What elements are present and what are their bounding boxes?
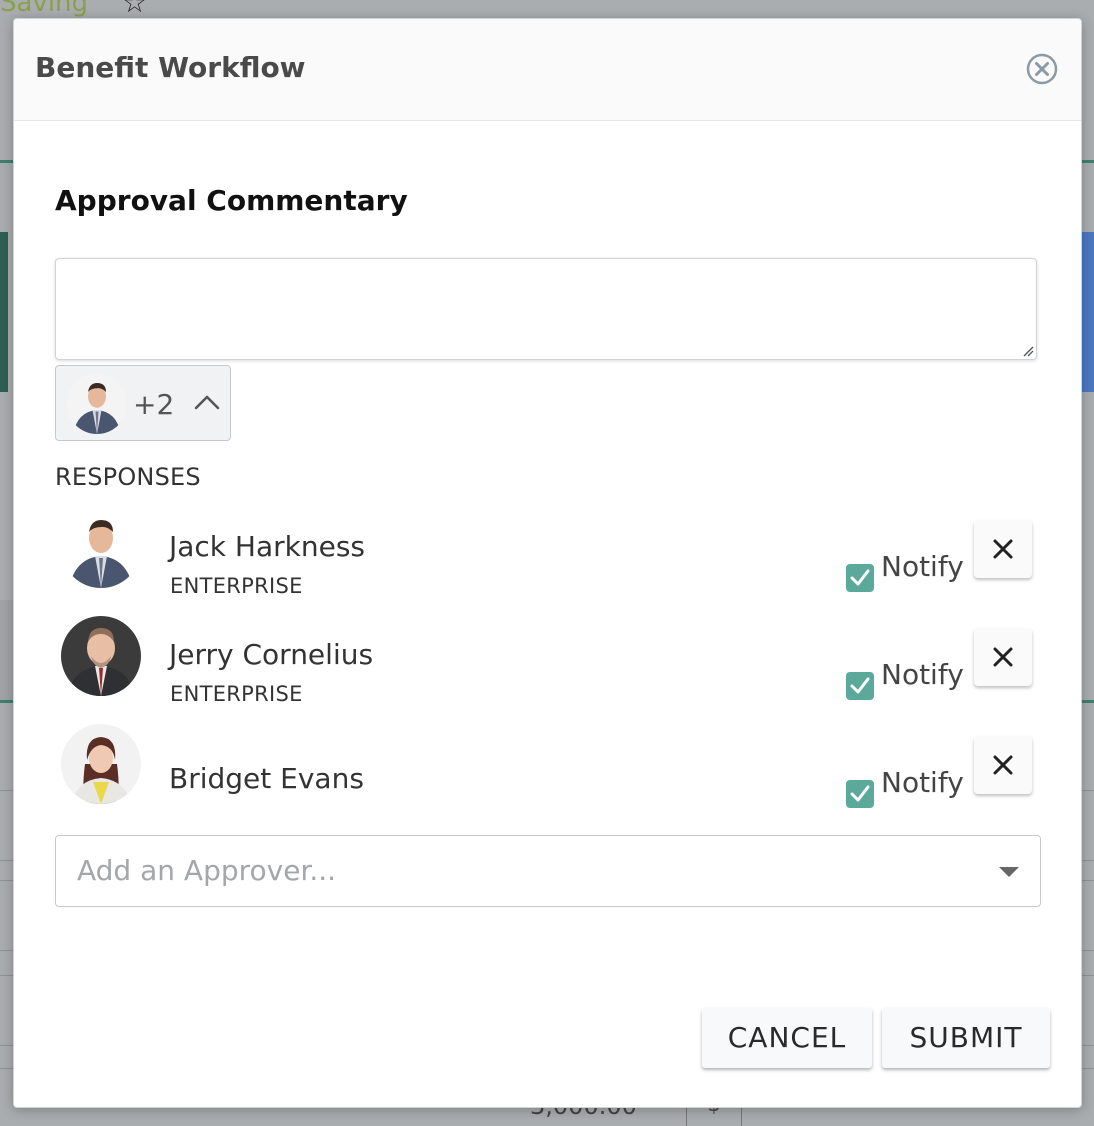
- notify-label: Notify: [881, 658, 964, 691]
- resize-grip-icon[interactable]: [1022, 345, 1034, 357]
- additional-approvers-count: +2: [133, 388, 175, 421]
- notify-checkbox[interactable]: [846, 564, 874, 592]
- person-avatar-icon: [61, 508, 141, 588]
- responses-heading: RESPONSES: [55, 463, 201, 491]
- close-icon: [993, 755, 1013, 775]
- approvers-summary-toggle[interactable]: +2: [55, 365, 231, 441]
- background-divider: [1080, 160, 1094, 163]
- person-avatar-icon: [61, 724, 141, 804]
- remove-approver-button[interactable]: [974, 736, 1032, 794]
- avatar: [61, 508, 141, 588]
- background-divider: [1080, 700, 1094, 703]
- close-circle-icon: [1026, 53, 1058, 85]
- checkmark-icon: [850, 569, 870, 586]
- cancel-button[interactable]: CANCEL: [702, 1008, 872, 1068]
- background-panel: [0, 600, 13, 700]
- approval-commentary-textarea[interactable]: [55, 258, 1037, 360]
- dialog-title: Benefit Workflow: [35, 51, 306, 84]
- avatar: [61, 616, 141, 696]
- background-divider: [0, 160, 13, 163]
- approver-name: Jerry Cornelius: [169, 638, 374, 671]
- avatar: [61, 724, 141, 804]
- list-item: Jack Harkness ENTERPRISE Notify: [55, 508, 1040, 598]
- star-icon: ☆: [122, 0, 148, 19]
- dialog-header: Benefit Workflow: [14, 19, 1081, 121]
- background-panel: [1082, 232, 1094, 392]
- approval-commentary-title: Approval Commentary: [55, 184, 408, 217]
- approver-name: Bridget Evans: [169, 762, 364, 795]
- submit-button[interactable]: SUBMIT: [882, 1008, 1050, 1068]
- approver-organization: ENTERPRISE: [170, 682, 303, 706]
- person-avatar-icon: [67, 374, 127, 434]
- remove-approver-button[interactable]: [974, 628, 1032, 686]
- checkmark-icon: [850, 677, 870, 694]
- notify-checkbox[interactable]: [846, 672, 874, 700]
- checkmark-icon: [850, 785, 870, 802]
- add-approver-placeholder: Add an Approver...: [77, 854, 337, 887]
- caret-down-icon: [999, 867, 1019, 877]
- close-icon: [993, 539, 1013, 559]
- avatar: [67, 374, 127, 434]
- approver-name: Jack Harkness: [169, 530, 366, 563]
- list-item: Bridget Evans Notify: [55, 724, 1040, 814]
- background-saving-label: Saving: [0, 0, 89, 18]
- chevron-up-icon: [194, 395, 220, 410]
- notify-checkbox[interactable]: [846, 780, 874, 808]
- background-divider: [0, 700, 13, 703]
- benefit-workflow-dialog: Benefit Workflow Approval Commentary +2 …: [13, 18, 1082, 1108]
- add-approver-select[interactable]: Add an Approver...: [55, 835, 1041, 907]
- notify-label: Notify: [881, 766, 964, 799]
- remove-approver-button[interactable]: [974, 520, 1032, 578]
- background-panel: [0, 232, 8, 392]
- close-icon: [993, 647, 1013, 667]
- list-item: Jerry Cornelius ENTERPRISE Notify: [55, 616, 1040, 706]
- approver-organization: ENTERPRISE: [170, 574, 303, 598]
- person-avatar-icon: [61, 616, 141, 696]
- close-button[interactable]: [1026, 53, 1058, 85]
- notify-label: Notify: [881, 550, 964, 583]
